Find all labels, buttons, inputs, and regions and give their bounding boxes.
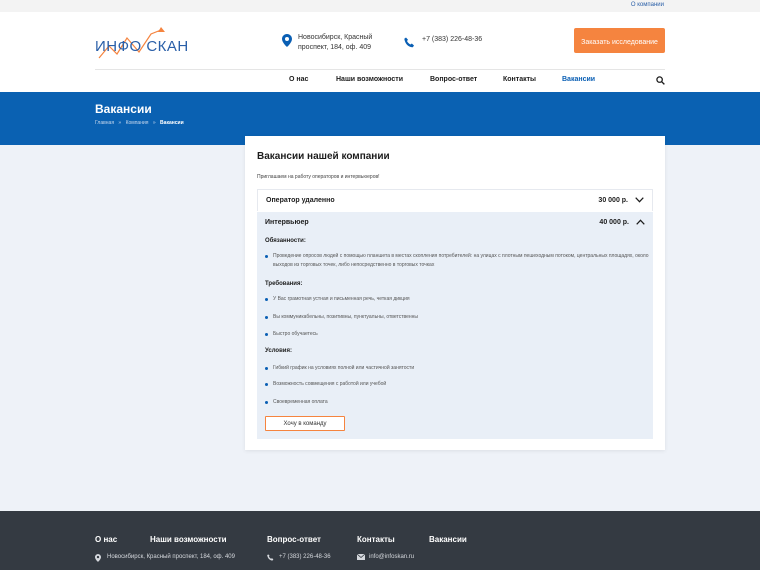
logo-text: ИНФО СКАН [95, 38, 189, 55]
nav-item-contacts[interactable]: Контакты [503, 76, 536, 83]
page-title: Вакансии [95, 102, 152, 116]
requirement-item: Вы коммуникабельны, позитивны, пунктуаль… [265, 313, 655, 322]
logo[interactable]: ИНФО СКАН [95, 26, 188, 66]
footer-address-text: Новосибирск, Красный проспект, 184, оф. … [107, 554, 235, 560]
header: ИНФО СКАН Новосибирск, Красный проспект,… [0, 12, 760, 92]
job-title: Оператор удаленно [266, 197, 335, 204]
requirement-item: У Вас грамотная устная и письменная речь… [265, 295, 655, 304]
footer-nav-about[interactable]: О нас [95, 535, 117, 544]
job-salary: 30 000 р. [598, 197, 628, 204]
condition-item: Гибкий график на условиях полной или час… [265, 364, 655, 373]
chevron-down-icon[interactable] [635, 197, 644, 203]
footer-nav-capabilities[interactable]: Наши возможности [150, 535, 227, 544]
top-bar: О компании [0, 0, 760, 12]
phone-icon [267, 554, 274, 561]
search-icon[interactable] [656, 76, 665, 85]
main-nav: О нас Наши возможности Вопрос-ответ Конт… [0, 76, 760, 88]
job-item-operator[interactable]: Оператор удаленно 30 000 р. [257, 189, 653, 211]
footer-nav-vacancies[interactable]: Вакансии [429, 535, 467, 544]
requirements-title: Требования: [265, 281, 303, 287]
about-company-link[interactable]: О компании [631, 2, 664, 8]
breadcrumb-current: Вакансии [160, 120, 184, 126]
job-item-interviewer: Интервьюер 40 000 р. Обязанности: Провед… [257, 212, 653, 439]
breadcrumb-home[interactable]: Главная [95, 120, 114, 126]
join-team-button[interactable]: Хочу в команду [265, 416, 345, 431]
job-salary: 40 000 р. [599, 219, 629, 226]
vacancies-card: Вакансии нашей компании Приглашаем на ра… [245, 136, 665, 450]
mail-icon [357, 554, 365, 560]
duties-title: Обязанности: [265, 238, 306, 244]
nav-item-about[interactable]: О нас [289, 76, 308, 83]
map-pin-icon [95, 554, 101, 562]
conditions-title: Условия: [265, 348, 292, 354]
condition-item: Возможность совмещения с работой или уче… [265, 380, 655, 389]
map-pin-icon [282, 34, 292, 47]
breadcrumb-separator: » [152, 120, 156, 126]
requirement-item: Быстро обучаетесь [265, 330, 655, 339]
nav-item-capabilities[interactable]: Наши возможности [336, 76, 403, 83]
nav-item-faq[interactable]: Вопрос-ответ [430, 76, 477, 83]
nav-item-vacancies[interactable]: Вакансии [562, 76, 595, 83]
order-research-button[interactable]: Заказать исследование [574, 28, 665, 53]
breadcrumb: Главная » Компания » Вакансии [95, 120, 184, 126]
phone-icon [404, 37, 414, 48]
breadcrumb-separator: » [118, 120, 122, 126]
breadcrumb-company[interactable]: Компания [126, 120, 149, 126]
footer-address: Новосибирск, Красный проспект, 184, оф. … [95, 554, 235, 562]
footer-phone-text: +7 (383) 226-48-36 [279, 554, 331, 560]
header-address-text: Новосибирск, Красный проспект, 184, оф. … [298, 34, 373, 51]
footer-phone[interactable]: +7 (383) 226-48-36 [267, 554, 331, 561]
footer-nav-faq[interactable]: Вопрос-ответ [267, 535, 321, 544]
job-title[interactable]: Интервьюер [265, 219, 309, 226]
footer-nav-contacts[interactable]: Контакты [357, 535, 395, 544]
footer-email[interactable]: info@infoskan.ru [357, 554, 414, 560]
header-address: Новосибирск, Красный проспект, 184, оф. … [282, 33, 402, 53]
header-phone[interactable]: +7 (383) 226-48-36 [404, 36, 483, 48]
condition-item: Своевременная оплата [265, 398, 655, 407]
footer-email-text: info@infoskan.ru [369, 554, 415, 560]
duty-item: Проведение опросов людей с помощью планш… [265, 252, 655, 270]
header-phone-text: +7 (383) 226-48-36 [422, 36, 483, 43]
vacancies-title: Вакансии нашей компании [257, 151, 390, 162]
header-divider [95, 69, 665, 70]
footer: О нас Наши возможности Вопрос-ответ Конт… [0, 511, 760, 570]
vacancies-intro: Приглашаем на работу операторов и интерв… [257, 174, 380, 180]
chevron-up-icon[interactable] [636, 219, 645, 225]
